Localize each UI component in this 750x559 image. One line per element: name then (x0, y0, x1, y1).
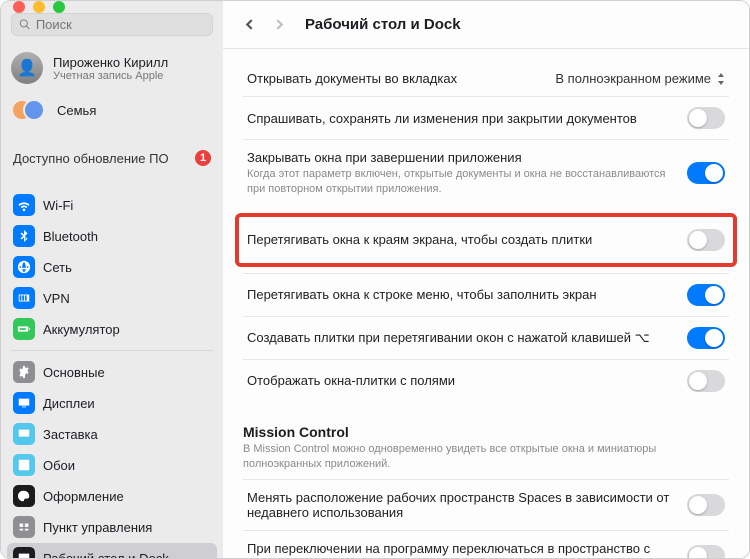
setting-drag-windows-to-menubar: Перетягивать окна к строке меню, чтобы з… (243, 273, 729, 316)
sidebar-item-8[interactable]: Обои (7, 450, 217, 480)
sidebar-item-2[interactable]: Сеть (7, 252, 217, 282)
profile-name: Пироженко Кирилл (53, 55, 168, 70)
sidebar-item-4[interactable]: Аккумулятор (7, 314, 217, 344)
family-row[interactable]: Семья (1, 90, 223, 130)
screensaver-icon (13, 423, 35, 445)
appearance-icon (13, 485, 35, 507)
dropdown-value[interactable]: В полноэкранном режиме (555, 71, 725, 86)
zoom-window-button[interactable] (53, 1, 65, 13)
setting-drag-windows-to-edges: Перетягивать окна к краям экрана, чтобы … (247, 223, 725, 257)
forward-button[interactable] (267, 13, 291, 37)
gear-icon (13, 361, 35, 383)
toggle[interactable] (687, 370, 725, 392)
avatar: 👤 (11, 52, 43, 84)
sidebar-item-0[interactable]: Wi-Fi (7, 190, 217, 220)
toggle[interactable] (687, 494, 725, 516)
setting-switch-to-space: При переключении на программу переключат… (243, 530, 729, 558)
sidebar-item-label: Bluetooth (43, 229, 98, 244)
sidebar-item-label: Заставка (43, 427, 98, 442)
page-title: Рабочий стол и Dock (305, 16, 461, 33)
sidebar-item-label: Обои (43, 458, 75, 473)
sidebar-item-6[interactable]: Дисплеи (7, 388, 217, 418)
search-field[interactable] (11, 13, 213, 36)
sidebar-item-label: Wi-Fi (43, 198, 73, 213)
close-window-button[interactable] (13, 1, 25, 13)
sidebar-item-5[interactable]: Основные (7, 357, 217, 387)
search-icon (19, 18, 31, 31)
sidebar-item-7[interactable]: Заставка (7, 419, 217, 449)
back-button[interactable] (237, 13, 261, 37)
sidebar-item-1[interactable]: Bluetooth (7, 221, 217, 251)
window-controls (1, 1, 223, 13)
battery-icon (13, 318, 35, 340)
sidebar-item-label: Дисплеи (43, 396, 95, 411)
toggle[interactable] (687, 284, 725, 306)
software-update-row[interactable]: Доступно обновление ПО 1 (1, 142, 223, 174)
row-sub: Когда этот параметр включен, открытые до… (247, 167, 671, 197)
display-icon (13, 392, 35, 414)
row-label: Менять расположение рабочих пространств … (247, 490, 671, 520)
section-title-mission-control: Mission Control (243, 424, 729, 440)
update-label: Доступно обновление ПО (13, 151, 169, 166)
sidebar-item-3[interactable]: VPN (7, 283, 217, 313)
row-label: При переключении на программу переключат… (247, 541, 671, 558)
chevron-updown-icon (717, 73, 725, 85)
section-sub: В Mission Control можно одновременно уви… (243, 442, 729, 472)
dock-icon (13, 547, 35, 558)
row-label: Спрашивать, сохранять ли изменения при з… (247, 111, 671, 126)
row-label: Закрывать окна при завершении приложения (247, 150, 671, 165)
setting-tile-with-option-key: Создавать плитки при перетягивании окон … (243, 316, 729, 359)
row-label: Отображать окна-плитки с полями (247, 373, 671, 388)
sidebar-nav: Wi-Fi Bluetooth Сеть VPN Аккумулятор Основные… (1, 186, 223, 558)
setting-ask-save-changes: Спрашивать, сохранять ли изменения при з… (243, 96, 729, 139)
family-label: Семья (57, 103, 96, 118)
control-icon (13, 516, 35, 538)
toggle[interactable] (687, 162, 725, 184)
sidebar-item-9[interactable]: Оформление (7, 481, 217, 511)
toggle[interactable] (687, 545, 725, 558)
profile-sub: Учетная запись Apple (53, 70, 168, 82)
update-badge: 1 (195, 150, 211, 166)
sidebar-item-label: Аккумулятор (43, 322, 120, 337)
setting-close-windows-on-quit: Закрывать окна при завершении приложения… (243, 139, 729, 207)
row-label: Открывать документы во вкладках (247, 71, 539, 86)
sidebar-item-label: Основные (43, 365, 105, 380)
wifi-icon (13, 194, 35, 216)
row-label: Создавать плитки при перетягивании окон … (247, 330, 671, 346)
sidebar-item-label: Пункт управления (43, 520, 152, 535)
highlighted-setting: Перетягивать окна к краям экрана, чтобы … (235, 213, 737, 267)
search-input[interactable] (36, 17, 205, 32)
setting-tiled-windows-margins: Отображать окна-плитки с полями (243, 359, 729, 402)
family-avatars-icon (11, 96, 47, 124)
sidebar-item-label: Рабочий стол и Dock (43, 551, 169, 559)
toggle[interactable] (687, 107, 725, 129)
minimize-window-button[interactable] (33, 1, 45, 13)
sidebar-item-10[interactable]: Пункт управления (7, 512, 217, 542)
apple-id-row[interactable]: 👤 Пироженко Кирилл Учетная запись Apple (1, 46, 223, 90)
row-label: Перетягивать окна к краям экрана, чтобы … (247, 232, 671, 247)
bluetooth-icon (13, 225, 35, 247)
setting-open-docs-in-tabs[interactable]: Открывать документы во вкладках В полноэ… (243, 61, 729, 96)
row-label: Перетягивать окна к строке меню, чтобы з… (247, 287, 671, 302)
setting-rearrange-spaces: Менять расположение рабочих пространств … (243, 479, 729, 530)
sidebar-item-label: Сеть (43, 260, 72, 275)
wallpaper-icon (13, 454, 35, 476)
content-header: Рабочий стол и Dock (223, 1, 749, 49)
sidebar-item-label: Оформление (43, 489, 124, 504)
vpn-icon (13, 287, 35, 309)
sidebar-item-label: VPN (43, 291, 70, 306)
globe-icon (13, 256, 35, 278)
toggle[interactable] (687, 229, 725, 251)
toggle[interactable] (687, 327, 725, 349)
sidebar-item-11[interactable]: Рабочий стол и Dock (7, 543, 217, 558)
